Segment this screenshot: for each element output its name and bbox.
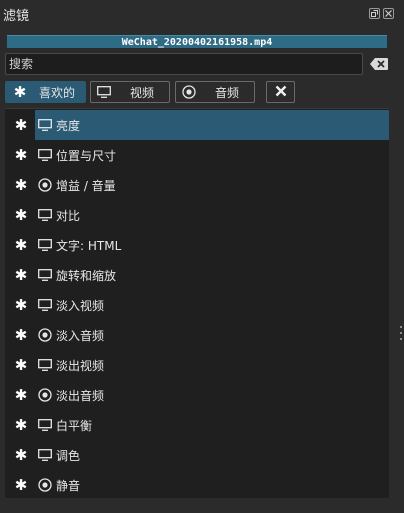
filter-label: 调色 <box>56 448 81 463</box>
float-icon[interactable] <box>369 8 380 19</box>
tab-audio-label: 音频 <box>215 85 240 100</box>
filter-cell[interactable]: 对比 <box>35 200 389 230</box>
filter-row-12[interactable]: ✱ 静音 <box>5 470 389 500</box>
panel-title: 滤镜 <box>3 8 30 24</box>
filter-label: 位置与尺寸 <box>56 148 117 163</box>
favorite-star-icon[interactable]: ✱ <box>14 416 28 434</box>
filter-label: 亮度 <box>56 118 81 133</box>
filter-label: 白平衡 <box>56 418 93 433</box>
monitor-icon <box>38 208 52 222</box>
filter-cell[interactable]: 位置与尺寸 <box>35 140 389 170</box>
favorite-star-icon[interactable]: ✱ <box>14 386 28 404</box>
filter-cell[interactable]: 淡入视频 <box>35 290 389 320</box>
favorite-star-icon[interactable]: ✱ <box>14 356 28 374</box>
filter-label: 文字: HTML <box>56 238 122 253</box>
filter-label: 淡出视频 <box>56 358 105 373</box>
tab-favorites[interactable]: ✱ 喜欢的 <box>5 81 86 103</box>
current-file-name: WeChat_20200402161958.mp4 <box>7 35 387 48</box>
filter-cell[interactable]: 淡入音频 <box>35 320 389 350</box>
search-input[interactable] <box>5 53 363 75</box>
filter-row-6[interactable]: ✱ 淡入视频 <box>5 290 389 320</box>
filter-cell[interactable]: 旋转和缩放 <box>35 260 389 290</box>
audio-disc-icon <box>38 178 52 192</box>
close-filter-button[interactable] <box>266 81 295 103</box>
monitor-icon <box>38 148 52 162</box>
filter-cell[interactable]: 淡出视频 <box>35 350 389 380</box>
filter-cell[interactable]: 增益 / 音量 <box>35 170 389 200</box>
filter-list: ✱ 亮度 ✱ 位置与尺寸 ✱ 增益 / 音量 ✱ 对比 ✱ 文字: HTML ✱ <box>5 108 389 498</box>
tab-favorites-label: 喜欢的 <box>39 85 76 100</box>
filter-row-7[interactable]: ✱ 淡入音频 <box>5 320 389 350</box>
filter-label: 旋转和缩放 <box>56 268 117 283</box>
filter-row-8[interactable]: ✱ 淡出视频 <box>5 350 389 380</box>
filter-row-0[interactable]: ✱ 亮度 <box>5 110 389 140</box>
filter-row-9[interactable]: ✱ 淡出音频 <box>5 380 389 410</box>
star-icon: ✱ <box>13 82 27 101</box>
filter-row-3[interactable]: ✱ 对比 <box>5 200 389 230</box>
favorite-star-icon[interactable]: ✱ <box>14 236 28 254</box>
filter-row-10[interactable]: ✱ 白平衡 <box>5 410 389 440</box>
favorite-star-icon[interactable]: ✱ <box>14 116 28 134</box>
audio-disc-icon <box>38 388 52 402</box>
tab-video[interactable]: 视频 <box>90 81 170 103</box>
favorite-star-icon[interactable]: ✱ <box>14 266 28 284</box>
monitor-icon <box>38 358 52 372</box>
audio-disc-icon <box>181 85 197 99</box>
tab-video-label: 视频 <box>130 85 155 100</box>
tab-audio[interactable]: 音频 <box>175 81 255 103</box>
monitor-icon <box>38 448 52 462</box>
favorite-star-icon[interactable]: ✱ <box>14 296 28 314</box>
monitor-icon <box>96 85 112 99</box>
filter-row-11[interactable]: ✱ 调色 <box>5 440 389 470</box>
filter-label: 淡入视频 <box>56 298 105 313</box>
filter-label: 淡入音频 <box>56 328 105 343</box>
filter-cell[interactable]: 调色 <box>35 440 389 470</box>
filter-cell[interactable]: 亮度 <box>35 110 389 140</box>
filter-cell[interactable]: 静音 <box>35 470 389 500</box>
monitor-icon <box>38 238 52 252</box>
x-icon <box>275 85 287 100</box>
filter-cell[interactable]: 文字: HTML <box>35 230 389 260</box>
favorite-star-icon[interactable]: ✱ <box>14 476 28 494</box>
filter-row-5[interactable]: ✱ 旋转和缩放 <box>5 260 389 290</box>
filter-label: 淡出音频 <box>56 388 105 403</box>
filter-row-4[interactable]: ✱ 文字: HTML <box>5 230 389 260</box>
favorite-star-icon[interactable]: ✱ <box>14 446 28 464</box>
audio-disc-icon <box>38 478 52 492</box>
filter-label: 静音 <box>56 478 81 493</box>
monitor-icon <box>38 118 52 132</box>
favorite-star-icon[interactable]: ✱ <box>14 326 28 344</box>
favorite-star-icon[interactable]: ✱ <box>14 206 28 224</box>
splitter-handle[interactable] <box>400 326 402 340</box>
filter-row-1[interactable]: ✱ 位置与尺寸 <box>5 140 389 170</box>
monitor-icon <box>38 298 52 312</box>
filter-cell[interactable]: 淡出音频 <box>35 380 389 410</box>
close-icon[interactable] <box>383 8 394 19</box>
titlebar-buttons <box>369 8 394 19</box>
filter-row-2[interactable]: ✱ 增益 / 音量 <box>5 170 389 200</box>
monitor-icon <box>38 268 52 282</box>
backspace-icon[interactable] <box>369 57 389 71</box>
favorite-star-icon[interactable]: ✱ <box>14 176 28 194</box>
favorite-star-icon[interactable]: ✱ <box>14 146 28 164</box>
filter-label: 增益 / 音量 <box>56 178 116 193</box>
filter-cell[interactable]: 白平衡 <box>35 410 389 440</box>
audio-disc-icon <box>38 328 52 342</box>
panel-titlebar: 滤镜 <box>0 0 404 28</box>
monitor-icon <box>38 418 52 432</box>
filter-label: 对比 <box>56 208 81 223</box>
